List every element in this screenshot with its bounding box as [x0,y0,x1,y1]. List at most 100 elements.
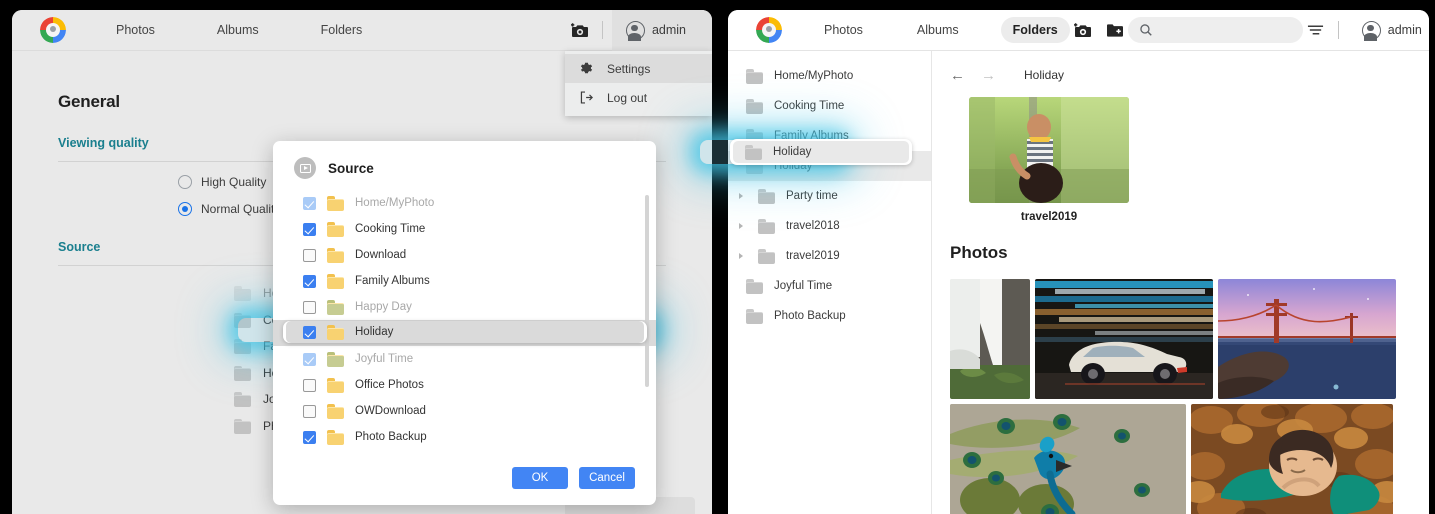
gear-icon [579,61,594,76]
back-arrow-icon[interactable]: ← [950,68,965,83]
tree-item-label: Cooking Time [774,100,844,112]
nav-link-photos[interactable]: Photos [104,17,167,43]
chevron-right-icon[interactable] [739,253,743,259]
dialog-row-joyful-time[interactable]: Joyful Time [273,346,656,372]
folder-icon [234,419,251,433]
dialog-row-holiday-highlighted[interactable]: Holiday [286,321,644,343]
user-chip[interactable]: admin [1348,10,1429,51]
menu-item-settings-label: Settings [607,62,650,76]
chevron-right-icon[interactable] [739,193,743,199]
checkbox[interactable] [303,301,316,314]
user-name: admin [652,23,686,37]
radio-high-quality-control[interactable] [178,175,192,189]
tab-albums[interactable]: Albums [905,17,971,43]
breadcrumb-title: Holiday [1024,68,1064,82]
nav-link-albums[interactable]: Albums [205,17,271,43]
ok-button[interactable]: OK [512,467,568,489]
add-photo-icon[interactable] [1070,17,1096,43]
checkbox[interactable] [303,379,316,392]
tree-item-photo-backup[interactable]: Photo Backup [728,301,931,331]
forward-arrow-icon[interactable]: → [981,68,996,83]
radio-normal-quality-control[interactable] [178,202,192,216]
folder-icon [327,404,344,418]
radio-normal-quality-label: Normal Quality [201,202,280,216]
folder-icon [745,145,762,159]
search-input[interactable] [1161,24,1286,36]
user-name: admin [1388,23,1422,37]
folder-icon [234,286,251,300]
dialog-row-label: Home/MyPhoto [355,197,434,209]
folder-icon [746,279,763,293]
folder-icon [746,99,763,113]
dialog-row-office-photos[interactable]: Office Photos [273,372,656,398]
checkbox[interactable] [303,223,316,236]
tab-folders[interactable]: Folders [1001,17,1070,43]
checkbox[interactable] [303,249,316,262]
folder-card-travel2019[interactable]: travel2019 [969,97,1429,223]
avatar [1362,21,1381,40]
breadcrumb: ← → Holiday [950,65,1429,85]
checkbox[interactable] [303,197,316,210]
folder-tree: Home/MyPhoto Cooking Time Family Albums … [728,51,932,514]
search-icon [1139,23,1153,37]
search-box[interactable] [1128,17,1303,43]
folder-card-label: travel2019 [969,211,1129,223]
photo-grid [950,279,1429,514]
tree-item-cooking-time[interactable]: Cooking Time [728,91,931,121]
dialog-row-label: OWDownload [355,405,426,417]
tab-photos[interactable]: Photos [812,17,875,43]
logout-icon [579,90,594,105]
menu-item-settings[interactable]: Settings [565,54,712,83]
checkbox[interactable] [303,353,316,366]
dialog-row-label: Cooking Time [355,223,425,235]
tree-item-label: Home/MyPhoto [774,70,853,82]
folder-icon [234,313,251,327]
tree-item-party-time[interactable]: Party time [728,181,931,211]
dialog-row-owdownload[interactable]: OWDownload [273,398,656,424]
dialog-row-label: Joyful Time [355,353,413,365]
folder-icon [758,189,775,203]
dialog-row-cooking-time[interactable]: Cooking Time [273,216,656,242]
filter-icon[interactable] [1303,17,1329,43]
nav-link-folders[interactable]: Folders [309,17,375,43]
checkbox[interactable] [303,326,316,339]
cancel-button[interactable]: Cancel [579,467,635,489]
left-top-nav: Photos Albums Folders admin [12,10,712,51]
add-photo-icon[interactable] [567,17,593,43]
dialog-row-happy-day[interactable]: Happy Day [273,294,656,320]
dialog-row-label: Family Albums [355,275,430,287]
menu-item-logout-label: Log out [607,91,647,105]
dialog-row-photo-backup[interactable]: Photo Backup [273,424,656,450]
user-chip[interactable]: admin [612,10,712,51]
folder-icon [234,366,251,380]
waterfall-photo[interactable] [950,279,1030,399]
tree-item-joyful-time[interactable]: Joyful Time [728,271,931,301]
dialog-row-family-albums[interactable]: Family Albums [273,268,656,294]
dialog-row-download[interactable]: Download [273,242,656,268]
child-in-leaves-photo[interactable] [1191,404,1393,514]
tree-item-home-myphoto[interactable]: Home/MyPhoto [728,61,931,91]
dialog-row-label: Office Photos [355,379,424,391]
golden-gate-photo[interactable] [1218,279,1396,399]
dialog-row-label: Download [355,249,406,261]
tree-item-travel2019[interactable]: travel2019 [728,241,931,271]
add-folder-icon[interactable] [1102,17,1128,43]
folder-icon [327,274,344,288]
browser-body: Home/MyPhoto Cooking Time Family Albums … [728,51,1429,514]
tree-item-label: travel2018 [786,220,840,232]
checkbox[interactable] [303,431,316,444]
tree-item-holiday-highlighted[interactable]: Holiday [733,141,909,163]
car-motion-photo[interactable] [1035,279,1213,399]
peacock-photo[interactable] [950,404,1186,514]
dialog-row-home-myphoto[interactable]: Home/MyPhoto [273,190,656,216]
dialog-scrollbar[interactable] [645,195,649,387]
folder-icon [746,309,763,323]
tree-item-travel2018[interactable]: travel2018 [728,211,931,241]
folder-icon [327,222,344,236]
folder-icon [234,339,251,353]
menu-item-logout[interactable]: Log out [565,83,712,112]
glow-card-tree: Holiday [730,139,912,165]
checkbox[interactable] [303,405,316,418]
checkbox[interactable] [303,275,316,288]
chevron-right-icon[interactable] [739,223,743,229]
